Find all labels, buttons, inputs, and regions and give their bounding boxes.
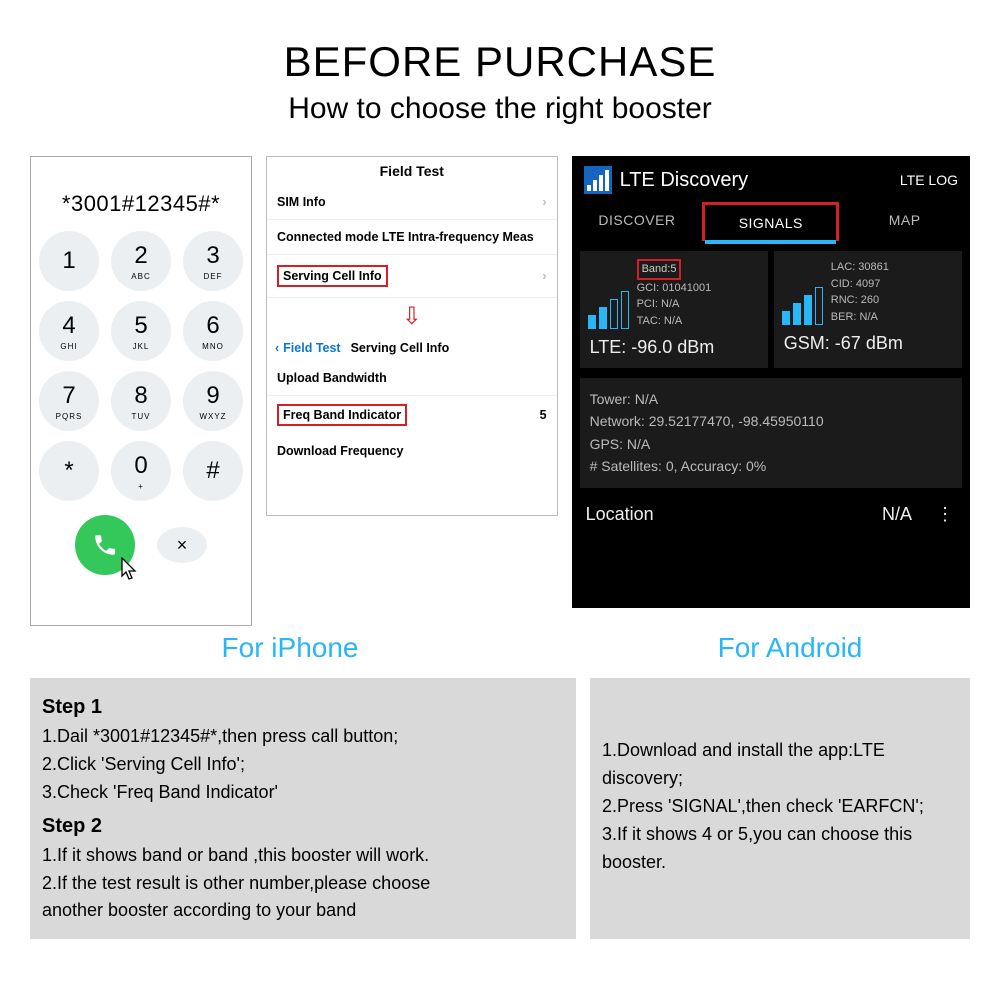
network-line: Network: 29.52177470, -98.45950110 bbox=[590, 410, 952, 432]
an-l1: 1.Download and install the app:LTE disco… bbox=[602, 737, 958, 793]
serving-cell-subheader: ‹ Field Test Serving Cell Info bbox=[267, 335, 557, 361]
key-#[interactable]: # bbox=[183, 441, 243, 501]
key-5[interactable]: 5JKL bbox=[111, 301, 171, 361]
download-freq-row[interactable]: Download Frequency bbox=[267, 434, 557, 468]
connected-mode-row[interactable]: Connected mode LTE Intra-frequency Meas bbox=[267, 220, 557, 255]
gps-line: GPS: N/A bbox=[590, 433, 952, 455]
gsm-cid: CID: 4097 bbox=[831, 278, 881, 290]
ip-s2-l2: 2.If the test result is other number,ple… bbox=[42, 870, 564, 898]
location-value: N/A bbox=[882, 504, 912, 525]
app-title: LTE Discovery bbox=[620, 169, 749, 192]
step1-title: Step 1 bbox=[42, 692, 564, 723]
iphone-steps: Step 1 1.Dail *3001#12345#*,then press c… bbox=[30, 678, 576, 939]
iphone-dialer: *3001#12345#* 12ABC3DEF 4GHI5JKL6MNO 7PQRS… bbox=[30, 156, 252, 626]
android-lte-discovery: LTE Discovery LTE LOG DISCOVER SIGNALS M… bbox=[572, 156, 970, 608]
android-tabs: DISCOVER SIGNALS MAP bbox=[572, 202, 970, 241]
lte-dbm: LTE: -96.0 dBm bbox=[580, 337, 768, 368]
dialer-display: *3001#12345#* bbox=[39, 191, 243, 217]
more-icon[interactable]: ⋮ bbox=[936, 504, 956, 525]
back-label[interactable]: Field Test bbox=[283, 341, 340, 355]
key-6[interactable]: 6MNO bbox=[183, 301, 243, 361]
gsm-dbm: GSM: -67 dBm bbox=[774, 333, 962, 364]
freq-band-row[interactable]: Freq Band Indicator 5 bbox=[267, 396, 557, 434]
dialer-actions: × bbox=[75, 515, 207, 575]
iphone-label: For iPhone bbox=[0, 632, 580, 664]
header: BEFORE PURCHASE How to choose the right … bbox=[0, 0, 1000, 146]
delete-button[interactable]: × bbox=[157, 527, 207, 563]
upload-label: Upload Bandwidth bbox=[277, 371, 387, 385]
android-header: LTE Discovery LTE LOG bbox=[572, 156, 970, 202]
serving-cell-row[interactable]: Serving Cell Info › bbox=[267, 255, 557, 298]
lte-log-label: LTE LOG bbox=[900, 172, 958, 188]
network-info: Tower: N/A Network: 29.52177470, -98.459… bbox=[580, 378, 962, 488]
gsm-info: LAC: 30861 CID: 4097 RNC: 260 BER: N/A bbox=[831, 259, 889, 325]
key-*[interactable]: * bbox=[39, 441, 99, 501]
key-0[interactable]: 0+ bbox=[111, 441, 171, 501]
an-l2: 2.Press 'SIGNAL',then check 'EARFCN'; bbox=[602, 793, 958, 821]
dialer-keypad: 12ABC3DEF 4GHI5JKL6MNO 7PQRS8TUV9WXYZ *0+# bbox=[39, 231, 243, 501]
satellites-line: # Satellites: 0, Accuracy: 0% bbox=[590, 455, 952, 477]
freq-band-value: 5 bbox=[540, 408, 547, 422]
serving-cell-title: Serving Cell Info bbox=[351, 341, 450, 355]
tower-line: Tower: N/A bbox=[590, 388, 952, 410]
gsm-rnc: RNC: 260 bbox=[831, 294, 879, 306]
location-label: Location bbox=[586, 504, 654, 525]
signal-bars-icon bbox=[584, 166, 612, 194]
tab-discover[interactable]: DISCOVER bbox=[572, 202, 703, 241]
ip-s1-l1: 1.Dail *3001#12345#*,then press call but… bbox=[42, 723, 564, 751]
delete-label: × bbox=[177, 535, 188, 556]
key-7[interactable]: 7PQRS bbox=[39, 371, 99, 431]
call-button[interactable] bbox=[75, 515, 135, 575]
phone-icon bbox=[92, 532, 118, 558]
an-l3: 3.If it shows 4 or 5,you can choose this… bbox=[602, 821, 958, 877]
signal-panels: Band:5 GCI: 01041001 PCI: N/A TAC: N/A L… bbox=[572, 241, 970, 374]
sim-info-label: SIM Info bbox=[277, 195, 326, 209]
lte-band: Band:5 bbox=[637, 259, 682, 280]
freq-band-label: Freq Band Indicator bbox=[277, 404, 407, 426]
ip-s2-l1: 1.If it shows band or band ,this booster… bbox=[42, 842, 564, 870]
key-3[interactable]: 3DEF bbox=[183, 231, 243, 291]
field-test-title: Field Test bbox=[267, 157, 557, 185]
chevron-right-icon: › bbox=[542, 269, 546, 283]
upload-bandwidth-row[interactable]: Upload Bandwidth bbox=[267, 361, 557, 396]
download-label: Download Frequency bbox=[277, 444, 403, 458]
lte-bars-icon bbox=[588, 259, 629, 329]
key-2[interactable]: 2ABC bbox=[111, 231, 171, 291]
android-label: For Android bbox=[580, 632, 1000, 664]
lte-pci: PCI: N/A bbox=[637, 298, 680, 310]
steps-row: Step 1 1.Dail *3001#12345#*,then press c… bbox=[0, 664, 1000, 939]
gsm-lac: LAC: 30861 bbox=[831, 261, 889, 273]
arrow-down-icon: ⇩ bbox=[267, 298, 557, 335]
tab-signals[interactable]: SIGNALS bbox=[702, 202, 839, 241]
cursor-icon bbox=[121, 557, 141, 581]
page-title: BEFORE PURCHASE bbox=[0, 38, 1000, 86]
field-test-card: Field Test SIM Info › Connected mode LTE… bbox=[266, 156, 558, 516]
lte-gci: GCI: 01041001 bbox=[637, 282, 712, 294]
connected-label: Connected mode LTE Intra-frequency Meas bbox=[277, 230, 534, 244]
tab-map[interactable]: MAP bbox=[839, 202, 970, 241]
ip-s1-l2: 2.Click 'Serving Cell Info'; bbox=[42, 751, 564, 779]
platform-labels: For iPhone For Android bbox=[0, 632, 1000, 664]
step2-title: Step 2 bbox=[42, 811, 564, 842]
lte-info: Band:5 GCI: 01041001 PCI: N/A TAC: N/A bbox=[637, 259, 712, 329]
page-subtitle: How to choose the right booster bbox=[0, 92, 1000, 126]
gsm-bars-icon bbox=[782, 259, 823, 325]
ip-s1-l3: 3.Check 'Freq Band Indicator' bbox=[42, 779, 564, 807]
key-9[interactable]: 9WXYZ bbox=[183, 371, 243, 431]
key-4[interactable]: 4GHI bbox=[39, 301, 99, 361]
ip-s2-l3: another booster according to your band bbox=[42, 897, 564, 925]
serving-cell-label: Serving Cell Info bbox=[277, 265, 388, 287]
images-row: *3001#12345#* 12ABC3DEF 4GHI5JKL6MNO 7PQRS… bbox=[0, 146, 1000, 626]
chevron-right-icon: › bbox=[542, 195, 546, 209]
gsm-ber: BER: N/A bbox=[831, 311, 878, 323]
android-steps: 1.Download and install the app:LTE disco… bbox=[590, 678, 970, 939]
key-1[interactable]: 1 bbox=[39, 231, 99, 291]
key-8[interactable]: 8TUV bbox=[111, 371, 171, 431]
lte-tac: TAC: N/A bbox=[637, 315, 683, 327]
sim-info-row[interactable]: SIM Info › bbox=[267, 185, 557, 220]
back-chevron-icon[interactable]: ‹ bbox=[275, 341, 279, 355]
location-row: Location N/A ⋮ bbox=[572, 492, 970, 537]
